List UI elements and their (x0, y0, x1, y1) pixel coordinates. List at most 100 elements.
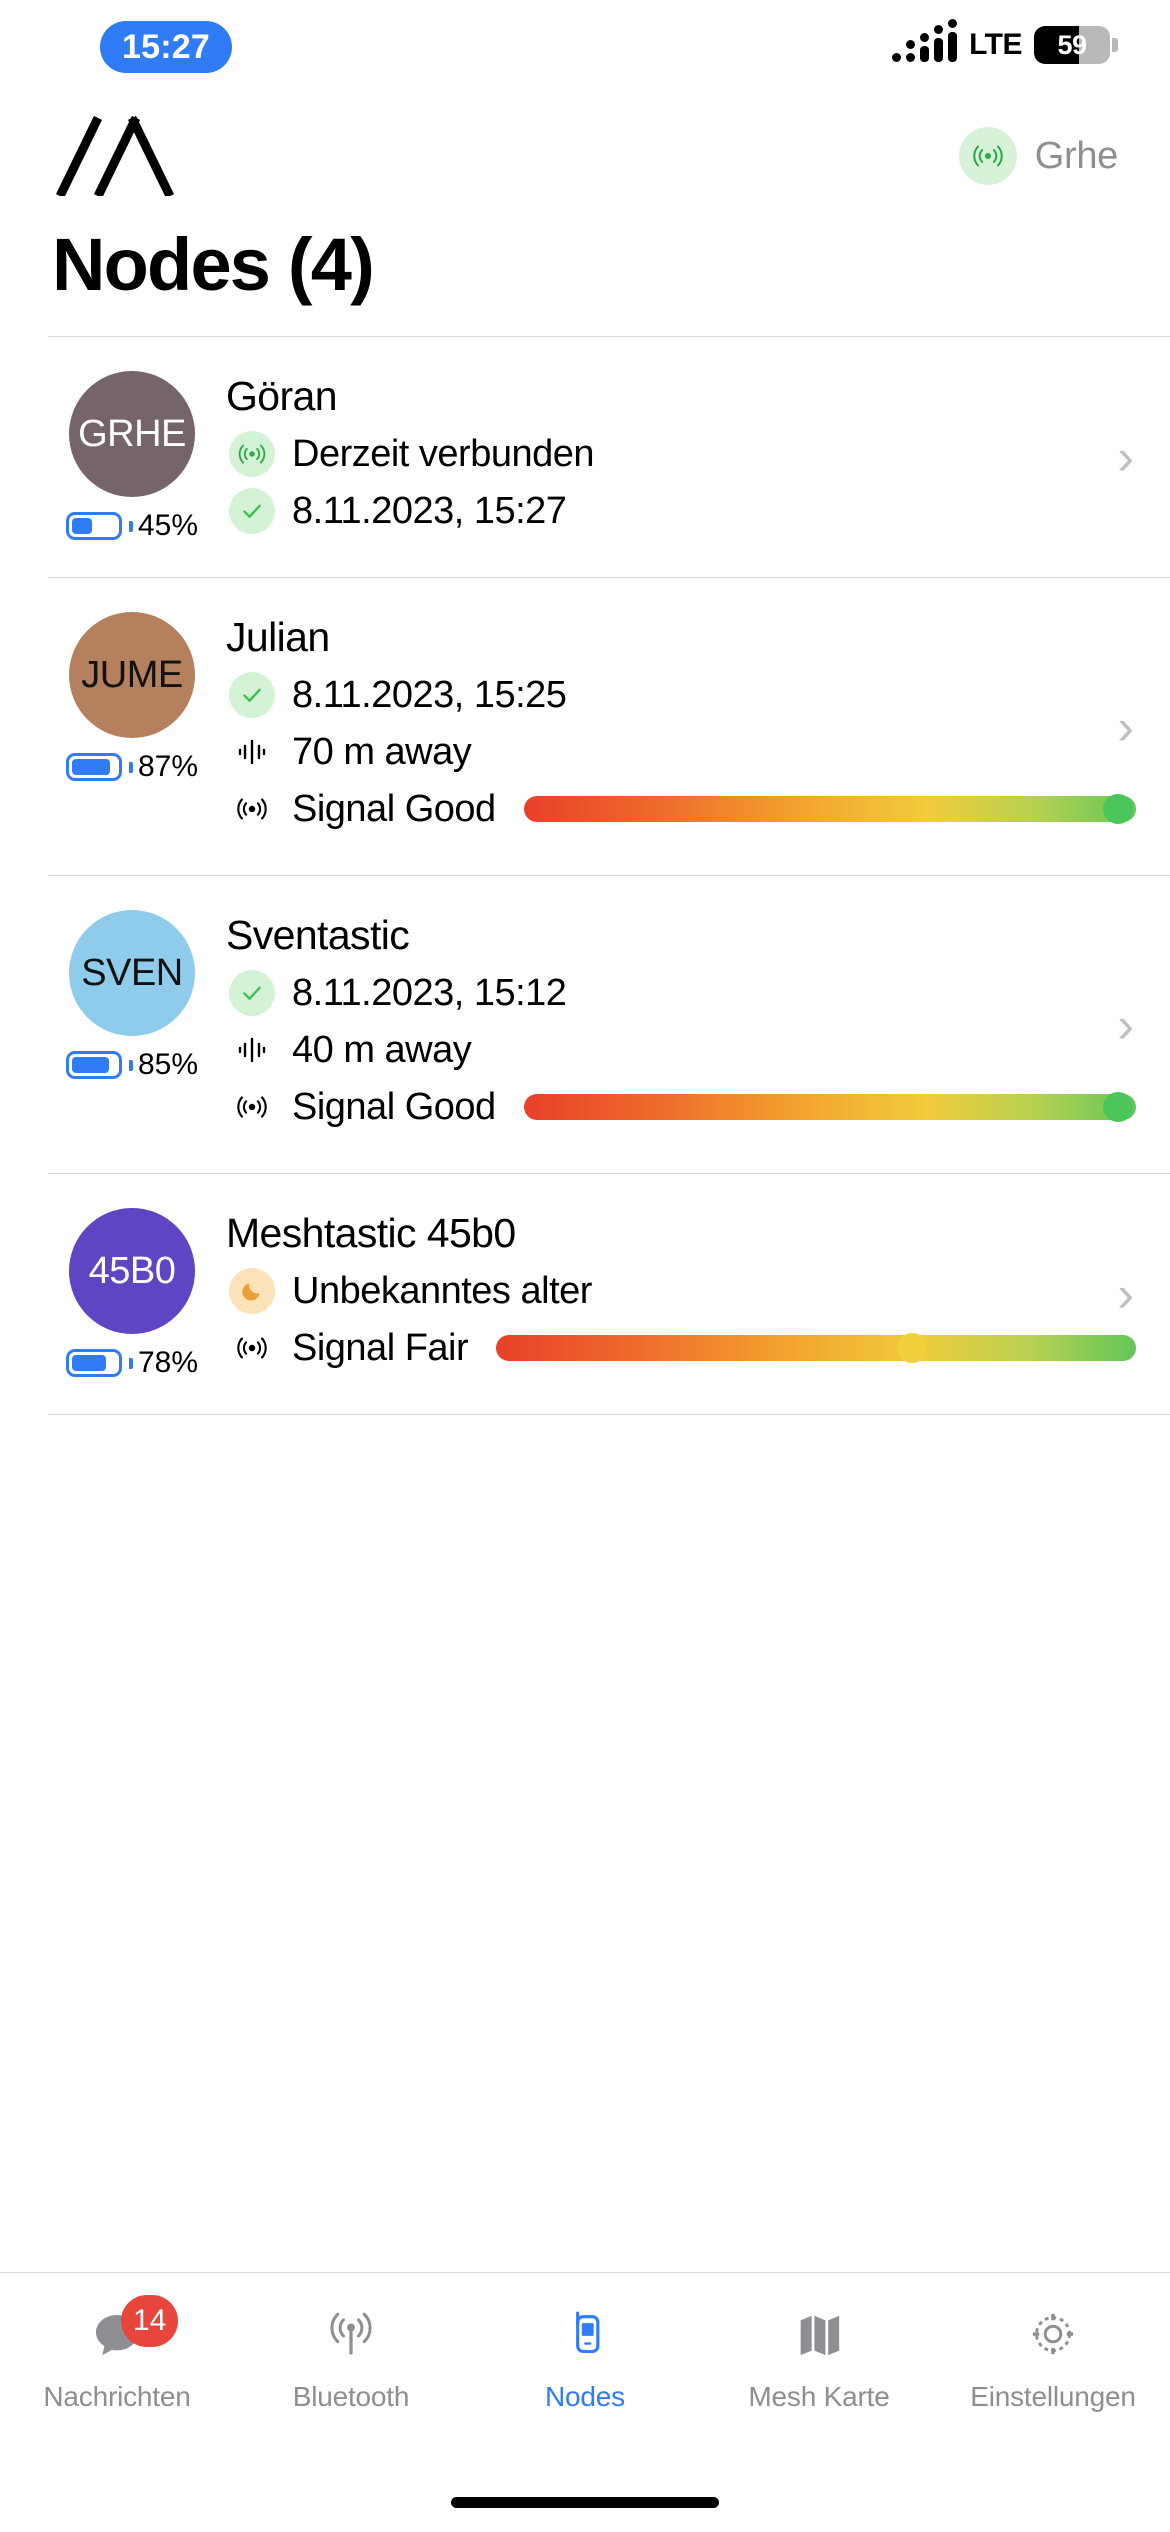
node-meta-line: Unbekanntes alter (226, 1266, 1136, 1316)
battery-icon (65, 753, 122, 781)
unread-badge: 14 (121, 2295, 179, 2347)
row-divider (48, 1414, 1170, 1415)
signal-level-indicator (897, 1333, 928, 1363)
node-info: Sventastic 8.11.2023, 15:12 40 m away Si… (216, 910, 1136, 1139)
battery-nub-icon (128, 520, 133, 532)
network-type-label: LTE (969, 28, 1022, 61)
signal-waves-icon (226, 1088, 278, 1126)
home-indicator-area (0, 2472, 1170, 2532)
app-screen: 15:27 LTE 59 Grhe Nodes (4) GRHE 45% Gör… (0, 0, 1170, 2532)
node-battery-percent: 85% (137, 1048, 199, 1081)
check-icon (226, 672, 278, 718)
chevron-right-icon[interactable]: › (1117, 702, 1134, 752)
node-signal-label: Signal Good (292, 1085, 496, 1128)
avatar-short-name: GRHE (78, 412, 186, 455)
battery-nub-icon (128, 761, 133, 773)
node-meta-line: 8.11.2023, 15:25 (226, 670, 1136, 720)
cellular-dots-icon (892, 19, 958, 62)
node-name: Julian (226, 614, 330, 660)
gear-icon (1020, 2299, 1086, 2371)
avatar: 45B0 (69, 1208, 195, 1334)
avatar-short-name: SVEN (81, 951, 183, 994)
tab-bar: 14 Nachrichten Bluetooth Nodes Mesh Kart… (0, 2272, 1170, 2472)
signal-waves-icon (226, 790, 278, 828)
node-info: Göran Derzeit verbunden 8.11.2023, 15:27 (216, 371, 1136, 543)
tab-bluetooth[interactable]: Bluetooth (234, 2299, 468, 2413)
tab-label: Nachrichten (43, 2381, 191, 2412)
battery-nub-icon (128, 1357, 133, 1369)
node-meta-text: 70 m away (292, 730, 472, 773)
node-signal-line: Signal Good (226, 784, 1136, 834)
node-battery: 78% (65, 1346, 199, 1380)
node-battery-percent: 45% (137, 509, 199, 542)
node-meta-line: 70 m away (226, 727, 1136, 777)
node-battery: 87% (65, 750, 198, 784)
broadcast-icon (226, 431, 278, 477)
node-name: Sventastic (226, 912, 410, 958)
signal-level-indicator (1102, 1092, 1133, 1122)
signal-waves-icon (226, 1329, 278, 1367)
status-bar-time: 15:27 (100, 21, 232, 73)
signal-strength-meter (510, 1092, 1136, 1122)
waveform-icon (226, 735, 278, 769)
battery-nub-icon (1112, 38, 1118, 52)
tab-einstellungen[interactable]: Einstellungen (936, 2299, 1170, 2413)
signal-level-indicator (1102, 794, 1133, 824)
node-avatar-column: SVEN 85% (48, 910, 216, 1082)
node-signal-line: Signal Fair (226, 1323, 1136, 1373)
avatar: JUME (69, 612, 195, 738)
moon-icon (226, 1268, 278, 1314)
battery-nub-icon (128, 1059, 133, 1071)
node-row[interactable]: 45B0 78% Meshtastic 45b0 Unbekanntes alt… (0, 1174, 1170, 1414)
tab-mesh-karte[interactable]: Mesh Karte (702, 2299, 936, 2413)
status-bar-indicators: LTE 59 (892, 19, 1118, 64)
app-header: Grhe (0, 96, 1170, 216)
status-battery-icon: 59 (1034, 26, 1110, 64)
tab-label: Mesh Karte (748, 2381, 890, 2412)
message-bubble-icon: 14 (81, 2295, 179, 2371)
broadcast-icon (958, 127, 1017, 185)
home-indicator[interactable] (451, 2496, 719, 2508)
node-signal-label: Signal Fair (292, 1326, 469, 1369)
node-battery: 85% (65, 1048, 199, 1082)
battery-icon (65, 1349, 122, 1377)
status-bar: 15:27 LTE 59 (0, 0, 1170, 96)
node-signal-line: Signal Good (226, 1082, 1136, 1132)
node-meta-text: 8.11.2023, 15:27 (292, 489, 567, 532)
signal-strength-meter (482, 1333, 1136, 1363)
map-icon (786, 2299, 852, 2371)
connection-node-label: Grhe (1034, 134, 1119, 177)
chevron-right-icon[interactable]: › (1117, 432, 1134, 482)
tab-label: Nodes (545, 2381, 625, 2412)
check-icon (226, 970, 278, 1016)
node-meta-text: 8.11.2023, 15:12 (292, 971, 567, 1014)
node-row[interactable]: GRHE 45% Göran Derzeit verbunden 8.11.20… (0, 337, 1170, 577)
node-signal-label: Signal Good (292, 787, 496, 830)
node-meta-text: Derzeit verbunden (292, 432, 595, 475)
chevron-right-icon[interactable]: › (1117, 1000, 1134, 1050)
node-info: Julian 8.11.2023, 15:25 70 m away Signal… (216, 612, 1136, 841)
meshtastic-logo-icon (52, 115, 202, 199)
avatar-short-name: JUME (81, 653, 183, 696)
tab-label: Bluetooth (292, 2381, 410, 2412)
check-icon (226, 488, 278, 534)
tab-label: Einstellungen (970, 2381, 1136, 2412)
status-battery-percent: 59 (1057, 29, 1087, 60)
battery-icon (65, 1051, 122, 1079)
tab-nachrichten[interactable]: 14 Nachrichten (0, 2295, 234, 2413)
chevron-right-icon[interactable]: › (1117, 1269, 1134, 1319)
node-battery-percent: 78% (137, 1346, 199, 1379)
node-avatar-column: 45B0 78% (48, 1208, 216, 1380)
page-title: Nodes (4) (52, 223, 375, 306)
node-name: Meshtastic 45b0 (226, 1210, 516, 1256)
connection-status[interactable]: Grhe (958, 127, 1119, 185)
node-meta-text: Unbekanntes alter (292, 1269, 592, 1312)
node-row[interactable]: JUME 87% Julian 8.11.2023, 15:25 70 m aw… (0, 578, 1170, 875)
node-meta-line: Derzeit verbunden (226, 429, 1136, 479)
node-meta-text: 8.11.2023, 15:25 (292, 673, 567, 716)
node-name: Göran (226, 373, 338, 419)
broadcast-antenna-icon (317, 2299, 385, 2371)
node-row[interactable]: SVEN 85% Sventastic 8.11.2023, 15:12 40 … (0, 876, 1170, 1173)
waveform-icon (226, 1033, 278, 1067)
tab-nodes[interactable]: Nodes (468, 2299, 702, 2413)
